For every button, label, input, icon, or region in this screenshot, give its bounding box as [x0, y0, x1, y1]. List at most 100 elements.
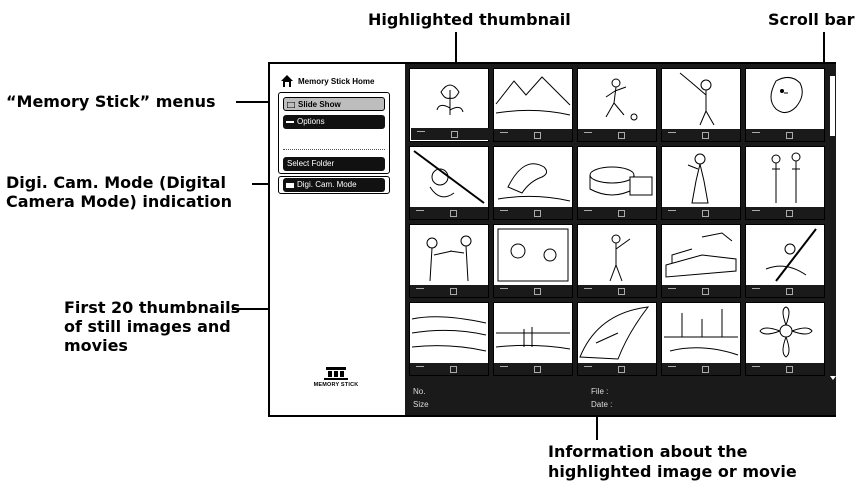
- thumbnail-image: [411, 316, 487, 352]
- slide-show-button[interactable]: Slide Show: [283, 97, 385, 111]
- thumbnail-status-bar: [662, 207, 740, 219]
- thumbnail[interactable]: [493, 146, 573, 220]
- thumbnail-image: [579, 306, 650, 360]
- scroll-bar[interactable]: [829, 64, 836, 382]
- thumbnail[interactable]: [745, 68, 825, 142]
- thumbnail[interactable]: [661, 224, 741, 298]
- camera-icon: [286, 183, 294, 188]
- digi-cam-mode-button[interactable]: Digi. Cam. Mode: [283, 178, 385, 192]
- print-mark-icon: [702, 288, 709, 295]
- protect-icon: [668, 288, 676, 294]
- thumbnail-status-bar: [662, 285, 740, 297]
- thumbnail[interactable]: [577, 68, 657, 142]
- thumbnail-status-bar: [494, 363, 572, 375]
- thumbnail-status-bar: [578, 285, 656, 297]
- select-folder-label: Select Folder: [287, 159, 335, 168]
- protect-icon: [584, 288, 592, 294]
- thumbnail-status-bar: [578, 129, 656, 141]
- thumbnail-image: [497, 228, 569, 282]
- thumbnail-image: [759, 306, 813, 358]
- memory-stick-menu: Slide Show Options Select Folder: [278, 92, 390, 174]
- info-date-label: Date :: [591, 400, 613, 409]
- info-bar: No. Size File : Date :: [405, 382, 836, 415]
- memory-stick-logo-text: MEMORY STICK: [313, 382, 359, 388]
- callout-memory-stick-menus: “Memory Stick” menus: [6, 92, 216, 111]
- options-button[interactable]: Options: [283, 115, 385, 129]
- thumbnail-status-bar: [662, 363, 740, 375]
- home-label: Memory Stick Home: [298, 76, 375, 86]
- print-mark-icon: [786, 210, 793, 217]
- protect-icon: [752, 210, 760, 216]
- protect-icon: [584, 132, 592, 138]
- protect-icon: [500, 366, 508, 372]
- memory-stick-home[interactable]: Memory Stick Home: [280, 74, 374, 88]
- thumbnail-image: [436, 84, 464, 115]
- thumbnail-status-bar: [578, 207, 656, 219]
- slide-show-label: Slide Show: [298, 100, 341, 109]
- thumbnail[interactable]: [661, 302, 741, 376]
- tv-screen: Memory Stick Home Slide Show Options Sel…: [268, 62, 836, 417]
- thumbnail[interactable]: [577, 146, 657, 220]
- thumbnail-image: [687, 153, 709, 204]
- thumbnail[interactable]: [409, 302, 489, 376]
- protect-icon: [752, 288, 760, 294]
- select-folder-button[interactable]: Select Folder: [283, 157, 385, 171]
- callout-info-line1: Information about the: [548, 442, 748, 461]
- thumbnail[interactable]: [493, 302, 573, 376]
- thumbnail[interactable]: [493, 224, 573, 298]
- thumbnail-image: [495, 76, 571, 116]
- callout-first20-line1: First 20 thumbnails: [64, 298, 241, 317]
- print-mark-icon: [618, 132, 625, 139]
- thumbnail[interactable]: [409, 224, 489, 298]
- thumbnail[interactable]: [409, 146, 489, 220]
- protect-icon: [584, 210, 592, 216]
- print-mark-icon: [534, 210, 541, 217]
- scroll-down-arrow-icon[interactable]: [830, 376, 836, 380]
- protect-icon: [668, 132, 676, 138]
- thumbnail[interactable]: [745, 224, 825, 298]
- memory-stick-logo-icon: [324, 367, 348, 380]
- thumbnail[interactable]: [745, 302, 825, 376]
- print-mark-icon: [534, 132, 541, 139]
- thumbnail[interactable]: [577, 302, 657, 376]
- thumbnail-highlighted[interactable]: [409, 68, 489, 142]
- callout-highlighted-thumbnail: Highlighted thumbnail: [368, 10, 571, 29]
- thumbnail-status-bar: [746, 129, 824, 141]
- print-mark-icon: [451, 131, 458, 138]
- thumbnail[interactable]: [577, 224, 657, 298]
- thumbnail-image: [679, 72, 715, 126]
- thumbnail-status-bar: [410, 363, 488, 375]
- thumbnail-image: [605, 78, 638, 121]
- thumbnail-image: [771, 152, 801, 203]
- protect-icon: [668, 366, 676, 372]
- thumbnail-grid: [405, 64, 829, 382]
- thumbnail-image: [665, 232, 737, 278]
- thumbnail-image: [413, 150, 485, 204]
- protect-icon: [416, 210, 424, 216]
- thumbnail-image: [589, 166, 653, 196]
- scroll-thumb[interactable]: [830, 76, 835, 136]
- digi-cam-mode-label: Digi. Cam. Mode: [297, 180, 357, 189]
- slideshow-icon: [287, 102, 295, 108]
- thumbnail-status-bar: [411, 128, 489, 140]
- thumbnail[interactable]: [661, 146, 741, 220]
- thumbnail-status-bar: [746, 363, 824, 375]
- protect-icon: [752, 366, 760, 372]
- print-mark-icon: [450, 210, 457, 217]
- callout-digi-cam-line1: Digi. Cam. Mode (Digital: [6, 173, 226, 192]
- callout-first20-line3: movies: [64, 336, 128, 355]
- thumbnail[interactable]: [661, 68, 741, 142]
- thumbnail-image: [609, 234, 631, 282]
- print-mark-icon: [618, 288, 625, 295]
- thumbnail-image: [765, 228, 817, 282]
- thumbnail-image: [497, 163, 571, 202]
- thumbnail-image: [495, 327, 571, 350]
- menu-separator: [283, 149, 385, 150]
- thumbnail-status-bar: [746, 285, 824, 297]
- callout-info-line2: highlighted image or movie: [548, 462, 797, 481]
- protect-icon: [416, 288, 424, 294]
- thumbnail-status-bar: [494, 285, 572, 297]
- thumbnail[interactable]: [745, 146, 825, 220]
- thumbnail[interactable]: [493, 68, 573, 142]
- protect-icon: [500, 132, 508, 138]
